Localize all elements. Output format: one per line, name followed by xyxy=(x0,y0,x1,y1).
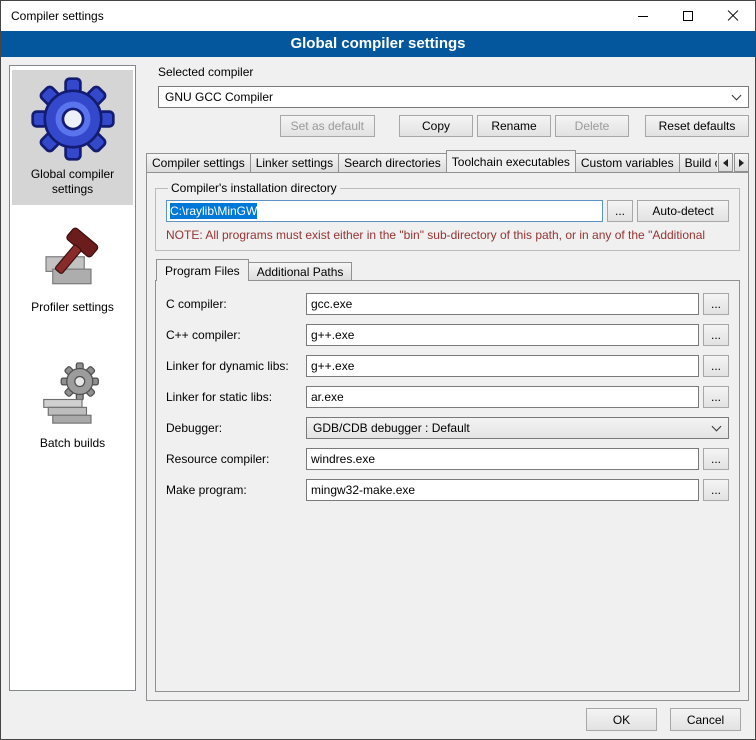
linker-static-input[interactable] xyxy=(306,386,699,408)
sub-tabs: Program FilesAdditional Paths xyxy=(156,259,740,280)
profiler-icon xyxy=(37,223,109,295)
reset-defaults-button[interactable]: Reset defaults xyxy=(645,115,749,137)
tab-build-options[interactable]: Build options xyxy=(679,153,717,172)
sidebar-item-label: Batch builds xyxy=(40,436,105,451)
batch-builds-icon xyxy=(37,359,109,431)
dialog-header: Global compiler settings xyxy=(1,31,755,57)
make-program-input[interactable] xyxy=(306,479,699,501)
tab-toolchain-executables[interactable]: Toolchain executables xyxy=(446,150,576,172)
resource-compiler-browse-button[interactable]: ... xyxy=(703,448,729,470)
field-label-make-program: Make program: xyxy=(166,483,302,497)
field-row-c-compiler: C compiler:... xyxy=(166,293,729,315)
titlebar: Compiler settings xyxy=(1,1,755,31)
debugger-dropdown[interactable]: GDB/CDB debugger : Default xyxy=(306,417,729,439)
caption-buttons xyxy=(620,1,755,31)
main-panel: Selected compiler GNU GCC Compiler Set a… xyxy=(146,61,749,701)
window-title: Compiler settings xyxy=(1,9,104,23)
field-row-make-program: Make program:... xyxy=(166,479,729,501)
field-row-cpp-compiler: C++ compiler:... xyxy=(166,324,729,346)
resource-compiler-input[interactable] xyxy=(306,448,699,470)
compiler-settings-window: Compiler settings Global compiler settin… xyxy=(0,0,756,740)
selected-compiler-dropdown[interactable]: GNU GCC Compiler xyxy=(158,86,749,108)
set-as-default-button[interactable]: Set as default xyxy=(280,115,375,137)
field-label-debugger: Debugger: xyxy=(166,421,302,435)
install-dir-selected-text: C:\raylib\MinGW xyxy=(170,203,257,219)
main-tabs: Compiler settingsLinker settingsSearch d… xyxy=(146,150,717,172)
chevron-down-icon xyxy=(712,421,722,431)
subtab-additional-paths[interactable]: Additional Paths xyxy=(248,262,353,280)
sidebar: Global compiler settings Profiler setting… xyxy=(9,65,136,691)
rename-button[interactable]: Rename xyxy=(477,115,551,137)
field-label-c-compiler: C compiler: xyxy=(166,297,302,311)
sidebar-item-global-compiler-settings[interactable]: Global compiler settings xyxy=(12,70,133,205)
tab-search-directories[interactable]: Search directories xyxy=(338,153,447,172)
field-row-linker-static: Linker for static libs:... xyxy=(166,386,729,408)
c-compiler-browse-button[interactable]: ... xyxy=(703,293,729,315)
close-button[interactable] xyxy=(710,1,755,31)
field-label-resource-compiler: Resource compiler: xyxy=(166,452,302,466)
autodetect-button[interactable]: Auto-detect xyxy=(637,200,729,222)
install-dir-browse-button[interactable]: ... xyxy=(607,200,633,222)
toolchain-executables-page: Compiler's installation directory C:\ray… xyxy=(146,172,749,701)
cpp-compiler-browse-button[interactable]: ... xyxy=(703,324,729,346)
tab-scroll-left-button[interactable] xyxy=(718,153,733,172)
minimize-button[interactable] xyxy=(620,1,665,31)
linker-dynamic-input[interactable] xyxy=(306,355,699,377)
maximize-button[interactable] xyxy=(665,1,710,31)
ok-button[interactable]: OK xyxy=(586,708,657,731)
sidebar-item-label: Global compiler settings xyxy=(14,167,131,197)
install-dir-group: Compiler's installation directory C:\ray… xyxy=(155,181,740,251)
gear-icon xyxy=(30,76,116,162)
tab-linker-settings[interactable]: Linker settings xyxy=(250,153,339,172)
delete-button[interactable]: Delete xyxy=(555,115,629,137)
make-program-browse-button[interactable]: ... xyxy=(703,479,729,501)
field-row-debugger: Debugger: GDB/CDB debugger : Default xyxy=(166,417,729,439)
sidebar-item-batch-builds[interactable]: Batch builds xyxy=(12,353,133,459)
fields-container: C compiler:...C++ compiler:...Linker for… xyxy=(166,293,729,501)
linker-dynamic-browse-button[interactable]: ... xyxy=(703,355,729,377)
chevron-down-icon xyxy=(732,90,742,100)
compiler-actions: Set as default Copy Rename Delete Reset … xyxy=(146,115,749,137)
linker-static-browse-button[interactable]: ... xyxy=(703,386,729,408)
note-text: NOTE: All programs must exist either in … xyxy=(166,228,729,242)
copy-button[interactable]: Copy xyxy=(399,115,473,137)
cancel-button[interactable]: Cancel xyxy=(670,708,741,731)
program-files-panel: C compiler:...C++ compiler:...Linker for… xyxy=(155,280,740,692)
field-label-linker-dynamic: Linker for dynamic libs: xyxy=(166,359,302,373)
tabstrip: Compiler settingsLinker settingsSearch d… xyxy=(146,150,749,172)
arrow-right-icon xyxy=(739,159,744,167)
footer-buttons: OK Cancel xyxy=(586,708,741,731)
selected-compiler-value: GNU GCC Compiler xyxy=(165,90,273,104)
cpp-compiler-input[interactable] xyxy=(306,324,699,346)
selected-compiler-label: Selected compiler xyxy=(158,65,749,79)
tab-scroll-right-button[interactable] xyxy=(734,153,749,172)
install-dir-group-title: Compiler's installation directory xyxy=(168,181,340,195)
minimize-icon xyxy=(638,16,648,17)
c-compiler-input[interactable] xyxy=(306,293,699,315)
sidebar-item-label: Profiler settings xyxy=(31,300,114,315)
tab-compiler-settings[interactable]: Compiler settings xyxy=(146,153,251,172)
maximize-icon xyxy=(683,11,693,21)
install-dir-row: C:\raylib\MinGW ... Auto-detect xyxy=(166,200,729,222)
field-label-linker-static: Linker for static libs: xyxy=(166,390,302,404)
debugger-value: GDB/CDB debugger : Default xyxy=(313,421,470,435)
field-row-linker-dynamic: Linker for dynamic libs:... xyxy=(166,355,729,377)
field-label-cpp-compiler: C++ compiler: xyxy=(166,328,302,342)
close-icon xyxy=(727,10,739,22)
install-dir-input[interactable]: C:\raylib\MinGW xyxy=(166,200,603,222)
arrow-left-icon xyxy=(723,159,728,167)
field-row-resource-compiler: Resource compiler:... xyxy=(166,448,729,470)
tab-custom-variables[interactable]: Custom variables xyxy=(575,153,680,172)
subtab-program-files[interactable]: Program Files xyxy=(156,259,249,281)
sidebar-item-profiler-settings[interactable]: Profiler settings xyxy=(12,217,133,323)
